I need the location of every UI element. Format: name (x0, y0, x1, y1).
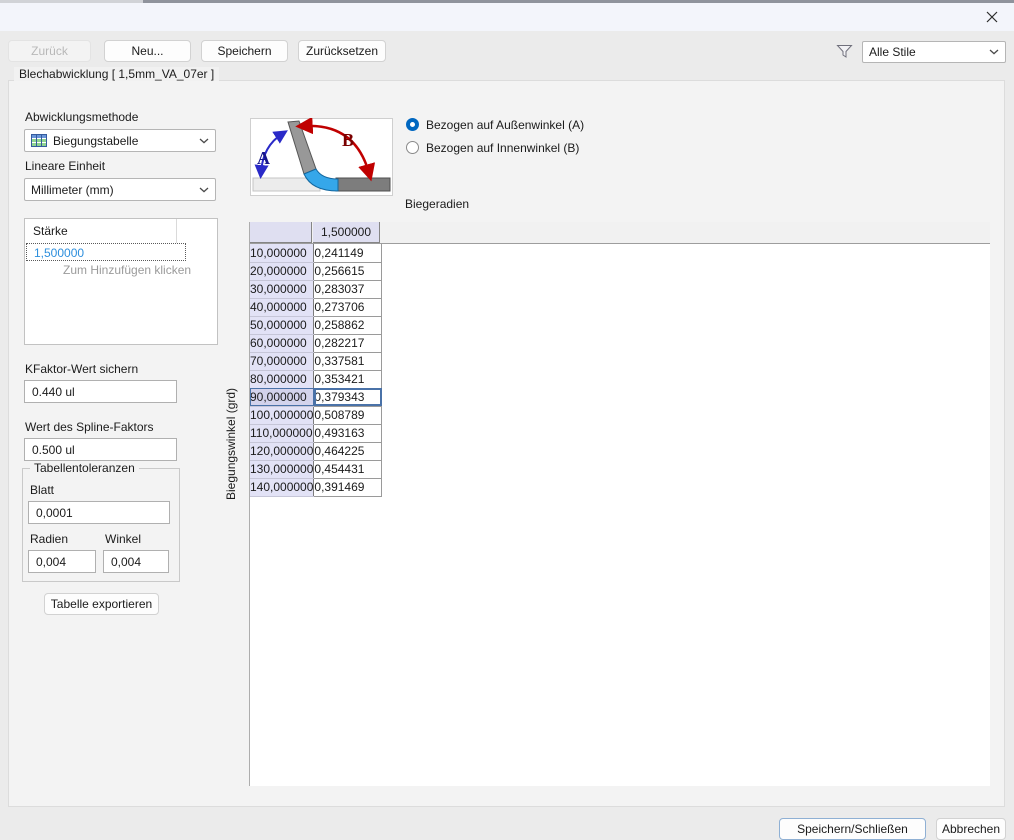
close-icon (986, 11, 998, 23)
radio-button-icon[interactable] (406, 118, 419, 131)
sheet-tolerance-label: Blatt (30, 483, 55, 497)
linear-unit-label: Lineare Einheit (25, 159, 106, 173)
add-thickness-hint[interactable]: Zum Hinzufügen klicken (25, 261, 217, 279)
bend-table-column-header[interactable]: 1,500000 (313, 222, 380, 243)
table-row: 20,000000 0,256615 (250, 262, 383, 281)
filter-icon (836, 45, 853, 58)
bend-table-corner-cell (250, 222, 312, 243)
unfold-method-label: Abwicklungsmethode (25, 110, 139, 124)
bend-radius-value-cell[interactable]: 0,353421 (313, 370, 383, 389)
export-table-button[interactable]: Tabelle exportieren (44, 593, 159, 615)
angle-tolerance-input[interactable] (103, 550, 169, 573)
bend-angle-cell[interactable]: 30,000000 (250, 280, 315, 299)
cancel-button[interactable]: Abbrechen (936, 818, 1006, 840)
bend-table-body: 10,000000 0,241149 20,000000 0,256615 30,000… (250, 244, 383, 497)
kfactor-input[interactable] (24, 380, 177, 403)
linear-unit-dropdown[interactable]: Millimeter (mm) (24, 178, 216, 201)
bend-radius-value-cell[interactable]: 0,282217 (313, 334, 383, 353)
bend-angle-cell[interactable]: 70,000000 (250, 352, 315, 371)
radii-tolerance-label: Radien (30, 532, 69, 546)
bend-radius-value-cell[interactable]: 0,256615 (313, 262, 383, 281)
reset-button[interactable]: Zurücksetzen (298, 40, 386, 62)
kfactor-label: KFaktor-Wert sichern (25, 362, 139, 376)
bend-angle-cell[interactable]: 140,000000 (250, 478, 315, 497)
table-row: 80,000000 0,353421 (250, 370, 383, 389)
radio-button-icon[interactable] (406, 141, 419, 154)
dialog-titlebar (0, 3, 1014, 31)
bend-radius-value-cell[interactable]: 0,337581 (313, 352, 383, 371)
unfold-method-dropdown[interactable]: Biegungstabelle (24, 129, 216, 152)
bend-radius-value-cell[interactable]: 0,493163 (313, 424, 383, 443)
bend-radius-value-cell[interactable]: 0,379343 (313, 388, 383, 407)
bend-radius-value-cell[interactable]: 0,241149 (313, 244, 383, 263)
bend-table: 10,000000 0,241149 20,000000 0,256615 30,000… (250, 244, 383, 497)
radio-label: Bezogen auf Außenwinkel (A) (426, 117, 585, 132)
thickness-value-row[interactable]: 1,500000 (26, 243, 186, 261)
diagram-label-b: B (342, 130, 354, 150)
radio-label: Bezogen auf Innenwinkel (B) (426, 140, 580, 155)
diagram-label-a: A (257, 148, 270, 168)
bend-angle-diagram: A B (250, 116, 393, 196)
table-row: 140,000000 0,391469 (250, 478, 383, 497)
bend-radius-value-cell[interactable]: 0,283037 (313, 280, 383, 299)
bend-angle-cell[interactable]: 60,000000 (250, 334, 315, 353)
back-button[interactable]: Zurück (8, 40, 91, 62)
chevron-down-icon (989, 49, 999, 55)
groupbox-title: Blechabwicklung [ 1,5mm_VA_07er ] (14, 67, 220, 81)
table-row: 30,000000 0,283037 (250, 280, 383, 299)
angle-reference-radio[interactable]: Bezogen auf Außenwinkel (A) (406, 117, 584, 132)
save-button[interactable]: Speichern (201, 40, 288, 62)
bend-angle-axis-label: Biegungswinkel (grd) (224, 387, 238, 500)
angle-tolerance-label: Winkel (105, 532, 142, 546)
bend-angle-cell[interactable]: 80,000000 (250, 370, 315, 389)
table-row: 90,000000 0,379343 (250, 388, 383, 407)
unfold-method-value: Biegungstabelle (53, 133, 139, 148)
filter-button[interactable] (836, 44, 853, 59)
table-row: 100,000000 0,508789 (250, 406, 383, 425)
bend-angle-cell[interactable]: 40,000000 (250, 298, 315, 317)
table-tolerances-title: Tabellentoleranzen (30, 461, 139, 475)
chevron-down-icon (199, 138, 209, 143)
bend-table-icon (31, 134, 47, 147)
style-filter-dropdown[interactable]: Alle Stile (862, 41, 1006, 63)
thickness-list: Stärke 1,500000 Zum Hinzufügen klicken (24, 218, 218, 345)
bend-radius-value-cell[interactable]: 0,508789 (313, 406, 383, 425)
bend-angle-cell[interactable]: 100,000000 (250, 406, 315, 425)
spline-factor-label: Wert des Spline-Faktors (25, 420, 154, 434)
angle-reference-group: Bezogen auf Außenwinkel (A) Bezogen auf I… (406, 117, 584, 155)
bend-angle-cell[interactable]: 130,000000 (250, 460, 315, 479)
bend-radius-value-cell[interactable]: 0,464225 (313, 442, 383, 461)
angle-reference-radio[interactable]: Bezogen auf Innenwinkel (B) (406, 140, 584, 155)
bend-angle-cell[interactable]: 120,000000 (250, 442, 315, 461)
radii-tolerance-input[interactable] (28, 550, 96, 573)
style-filter-value: Alle Stile (869, 45, 916, 59)
bend-radius-value-cell[interactable]: 0,273706 (313, 298, 383, 317)
bend-angle-cell[interactable]: 20,000000 (250, 262, 315, 281)
chevron-down-icon (199, 187, 209, 192)
close-button[interactable] (981, 7, 1003, 27)
bend-radii-title: Biegeradien (405, 197, 470, 211)
table-row: 40,000000 0,273706 (250, 298, 383, 317)
table-row: 60,000000 0,282217 (250, 334, 383, 353)
bend-angle-cell[interactable]: 50,000000 (250, 316, 315, 335)
save-close-button[interactable]: Speichern/Schließen (779, 818, 926, 840)
bend-radius-value-cell[interactable]: 0,391469 (313, 478, 383, 497)
table-row: 50,000000 0,258862 (250, 316, 383, 335)
linear-unit-value: Millimeter (mm) (31, 182, 114, 197)
spline-factor-input[interactable] (24, 438, 177, 461)
bend-table-area: 1,500000 10,000000 0,241149 20,000000 0,256… (249, 222, 990, 786)
bend-angle-cell[interactable]: 10,000000 (250, 244, 315, 263)
table-row: 10,000000 0,241149 (250, 244, 383, 263)
table-row: 70,000000 0,337581 (250, 352, 383, 371)
table-row: 130,000000 0,454431 (250, 460, 383, 479)
thickness-column-header: Stärke (25, 219, 177, 243)
bend-angle-cell[interactable]: 90,000000 (250, 388, 315, 407)
bend-radius-value-cell[interactable]: 0,258862 (313, 316, 383, 335)
sheet-tolerance-input[interactable] (28, 501, 170, 524)
table-row: 120,000000 0,464225 (250, 442, 383, 461)
bend-radius-value-cell[interactable]: 0,454431 (313, 460, 383, 479)
new-button[interactable]: Neu... (104, 40, 191, 62)
table-row: 110,000000 0,493163 (250, 424, 383, 443)
bend-angle-cell[interactable]: 110,000000 (250, 424, 315, 443)
